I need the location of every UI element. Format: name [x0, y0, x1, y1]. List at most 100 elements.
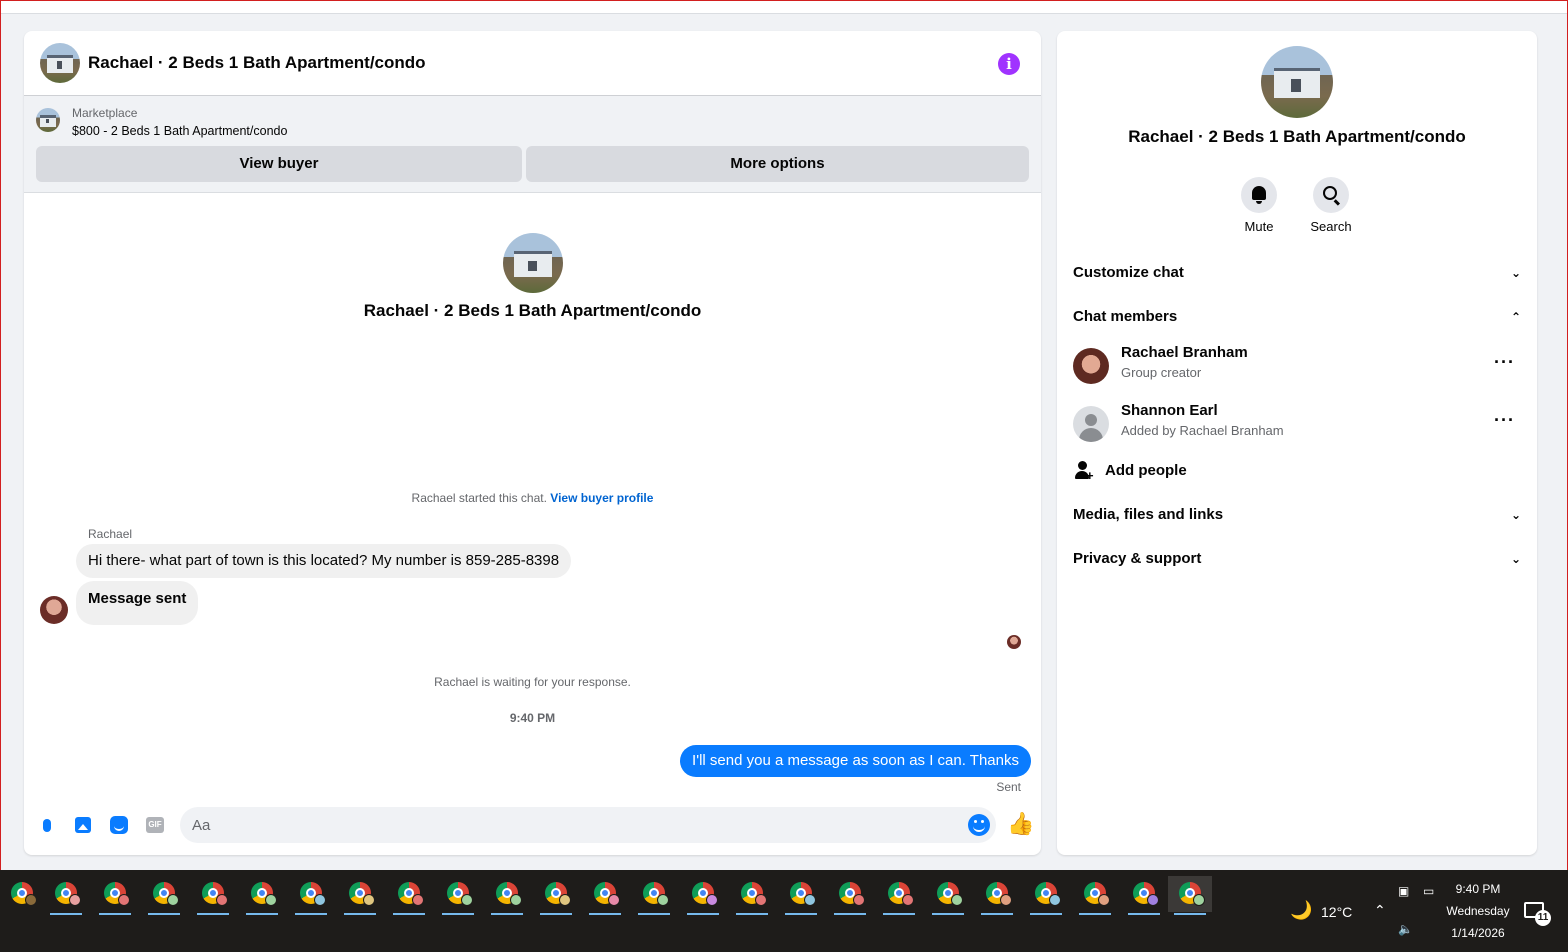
chat-header: Rachael · 2 Beds 1 Bath Apartment/condo … — [24, 31, 1041, 96]
member-role: Added by Rachael Branham — [1121, 423, 1284, 438]
privacy-support-label: Privacy & support — [1073, 550, 1202, 567]
marketplace-label: Marketplace — [72, 106, 138, 120]
message-status: Sent — [996, 780, 1021, 794]
message-input[interactable] — [180, 807, 996, 843]
chat-panel: Rachael · 2 Beds 1 Bath Apartment/condo … — [24, 31, 1041, 855]
chrome-icon[interactable] — [632, 876, 676, 915]
chevron-up-icon: ⌃ — [1510, 310, 1521, 324]
chrome-icon[interactable] — [828, 876, 872, 915]
chrome-icon[interactable] — [142, 876, 186, 915]
chevron-down-icon: ⌄ — [1510, 552, 1521, 566]
chevron-down-icon: ⌄ — [1510, 508, 1521, 522]
chevron-up-icon[interactable]: ⌃ — [1374, 902, 1386, 919]
sticker-icon[interactable] — [108, 813, 130, 835]
member-role: Group creator — [1121, 365, 1202, 380]
listing-title[interactable]: $800 - 2 Beds 1 Bath Apartment/condo — [72, 124, 287, 138]
taskbar-app-icon[interactable] — [0, 876, 44, 912]
add-people-label: Add people — [1105, 462, 1187, 479]
member-row[interactable]: Shannon Earl Added by Rachael Branham ··… — [1073, 402, 1521, 446]
sender-name: Rachael — [88, 527, 133, 541]
chrome-icon[interactable] — [436, 876, 480, 915]
details-avatar[interactable] — [1261, 46, 1333, 118]
chrome-icon-active[interactable] — [1168, 876, 1212, 915]
weather-temperature[interactable]: 12°C — [1321, 904, 1352, 920]
chrome-icon[interactable] — [1122, 876, 1166, 915]
customize-chat-label: Customize chat — [1073, 264, 1184, 281]
customize-chat-section[interactable]: Customize chat ⌄ — [1073, 261, 1521, 285]
chrome-icon[interactable] — [93, 876, 137, 915]
more-options-button[interactable]: More options — [526, 146, 1029, 182]
search-icon — [1323, 186, 1337, 200]
info-icon[interactable]: i — [998, 53, 1020, 75]
search-button[interactable]: Search — [1301, 177, 1361, 234]
clock-day[interactable]: Wednesday — [1440, 904, 1516, 918]
thumbs-up-icon[interactable]: 👍 — [1007, 812, 1034, 836]
taskbar: 🌙 12°C ⌃ ▣ ▭ 🔈 9:40 PM Wednesday 1/14/20… — [0, 870, 1568, 952]
chrome-icon[interactable] — [975, 876, 1019, 915]
mute-button[interactable]: Mute — [1229, 177, 1289, 234]
message-timestamp: 9:40 PM — [509, 711, 556, 725]
add-person-icon: + — [1075, 461, 1094, 482]
media-files-links-section[interactable]: Media, files and links ⌄ — [1073, 503, 1521, 527]
clock-date[interactable]: 1/14/2026 — [1440, 926, 1516, 940]
microphone-icon[interactable] — [36, 813, 58, 835]
sender-avatar[interactable] — [40, 596, 68, 624]
meet-now-icon[interactable]: ▣ — [1398, 884, 1409, 898]
member-name: Rachael Branham — [1121, 344, 1248, 361]
bell-icon — [1252, 186, 1266, 204]
chrome-icon[interactable] — [1073, 876, 1117, 915]
chrome-icon[interactable] — [1024, 876, 1068, 915]
intro-avatar — [503, 233, 563, 293]
chrome-icon[interactable] — [338, 876, 382, 915]
listing-thumbnail[interactable] — [36, 108, 60, 132]
chat-details-panel: Rachael · 2 Beds 1 Bath Apartment/condo … — [1057, 31, 1537, 855]
member-avatar[interactable] — [1073, 406, 1109, 442]
incoming-message[interactable]: Hi there- what part of town is this loca… — [76, 544, 572, 578]
view-buyer-button[interactable]: View buyer — [36, 146, 522, 182]
clock-time[interactable]: 9:40 PM — [1440, 882, 1516, 896]
gif-icon[interactable]: GIF — [144, 813, 166, 835]
chrome-icon[interactable] — [485, 876, 529, 915]
intro-title: Rachael · 2 Beds 1 Bath Apartment/condo — [363, 301, 702, 320]
network-icon[interactable]: ▭ — [1423, 884, 1434, 898]
chrome-icon[interactable] — [730, 876, 774, 915]
volume-icon[interactable]: 🔈 — [1398, 922, 1413, 936]
marketplace-banner: Marketplace $800 - 2 Beds 1 Bath Apartme… — [24, 96, 1041, 193]
chat-avatar[interactable] — [40, 43, 80, 83]
chrome-icon[interactable] — [387, 876, 431, 915]
chat-members-section[interactable]: Chat members ⌃ — [1073, 305, 1521, 329]
details-title: Rachael · 2 Beds 1 Bath Apartment/condo — [1128, 127, 1466, 146]
chrome-icon[interactable] — [583, 876, 627, 915]
member-row[interactable]: Rachael Branham Group creator ··· — [1073, 344, 1521, 388]
chat-members-label: Chat members — [1073, 308, 1178, 325]
member-name: Shannon Earl — [1121, 402, 1218, 419]
member-avatar[interactable] — [1073, 348, 1109, 384]
chrome-icon[interactable] — [240, 876, 284, 915]
emoji-icon[interactable] — [968, 814, 990, 836]
chrome-icon[interactable] — [877, 876, 921, 915]
incoming-message[interactable]: Message sent — [76, 581, 199, 625]
add-people-button[interactable]: + Add people — [1073, 459, 1521, 483]
chrome-icon[interactable] — [289, 876, 333, 915]
chat-title[interactable]: Rachael · 2 Beds 1 Bath Apartment/condo — [88, 53, 426, 73]
outgoing-message[interactable]: I'll send you a message as soon as I can… — [680, 745, 1031, 777]
waiting-notice: Rachael is waiting for your response. — [434, 675, 631, 689]
chrome-icon[interactable] — [926, 876, 970, 915]
privacy-support-section[interactable]: Privacy & support ⌄ — [1073, 547, 1521, 571]
more-icon[interactable]: ··· — [1494, 352, 1515, 373]
moon-icon[interactable]: 🌙 — [1290, 900, 1312, 922]
chrome-icon[interactable] — [44, 876, 88, 915]
chrome-icon[interactable] — [779, 876, 823, 915]
search-label: Search — [1310, 219, 1352, 234]
chat-started-text: Rachael started this chat. — [411, 491, 547, 505]
view-buyer-profile-link[interactable]: View buyer profile — [550, 491, 653, 505]
notification-count: 11 — [1535, 910, 1551, 926]
chevron-down-icon: ⌄ — [1510, 266, 1521, 280]
browser-top-strip — [0, 0, 1568, 14]
chrome-icon[interactable] — [191, 876, 235, 915]
mute-label: Mute — [1244, 219, 1274, 234]
photo-icon[interactable] — [72, 813, 94, 835]
more-icon[interactable]: ··· — [1494, 410, 1515, 431]
chrome-icon[interactable] — [681, 876, 725, 915]
chrome-icon[interactable] — [534, 876, 578, 915]
